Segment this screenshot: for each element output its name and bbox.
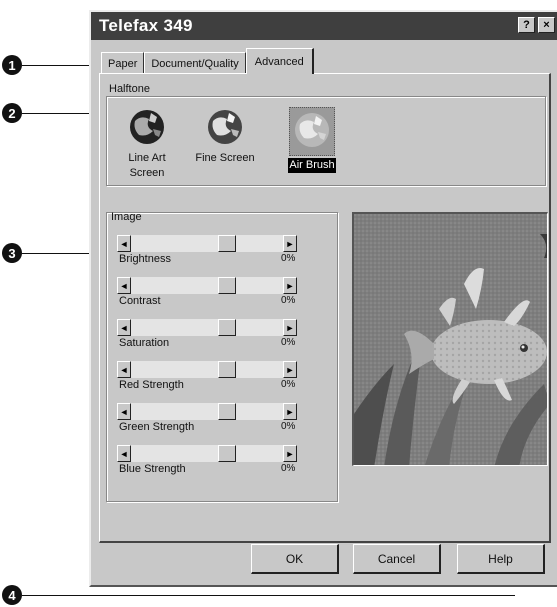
slider-row-brightness: ◄ ► Brightness 0%	[117, 235, 317, 271]
slider-thumb[interactable]	[218, 403, 236, 420]
slider-thumb[interactable]	[218, 235, 236, 252]
slider-label: Red Strength	[119, 379, 184, 391]
halftone-option-line-art[interactable]: Line Art Screen	[117, 107, 177, 181]
slider-value: 0%	[281, 295, 296, 306]
ok-button[interactable]: OK	[251, 544, 339, 574]
scroll-right-icon[interactable]: ►	[283, 277, 297, 294]
slider-track[interactable]	[117, 403, 297, 420]
telefax-properties-dialog: Telefax 349 ? × Paper Document/Quality A…	[89, 10, 557, 587]
scroll-left-icon[interactable]: ◄	[117, 403, 131, 420]
air-brush-selection	[289, 107, 335, 156]
slider-label: Blue Strength	[119, 463, 186, 475]
tab-advanced[interactable]: Advanced	[245, 48, 314, 74]
slider-row-blue-strength: ◄ ► Blue Strength 0%	[117, 445, 317, 481]
slider-row-green-strength: ◄ ► Green Strength 0%	[117, 403, 317, 439]
slider-value: 0%	[281, 253, 296, 264]
scroll-right-icon[interactable]: ►	[283, 403, 297, 420]
callout-4: 4	[2, 585, 22, 605]
halftone-option-air-brush[interactable]: Air Brush	[277, 107, 347, 173]
air-brush-globe-icon	[295, 113, 329, 147]
scroll-right-icon[interactable]: ►	[283, 235, 297, 252]
slider-value: 0%	[281, 463, 296, 474]
callout-4-line	[22, 595, 515, 596]
scroll-right-icon[interactable]: ►	[283, 445, 297, 462]
tab-document-quality[interactable]: Document/Quality	[144, 52, 246, 74]
slider-track[interactable]	[117, 445, 297, 462]
help-icon[interactable]: ?	[518, 17, 535, 33]
slider-row-contrast: ◄ ► Contrast 0%	[117, 277, 317, 313]
slider-value: 0%	[281, 421, 296, 432]
line-art-globe-icon	[130, 110, 164, 144]
help-button[interactable]: Help	[457, 544, 545, 574]
title-bar: Telefax 349 ? ×	[91, 12, 557, 40]
tab-paper[interactable]: Paper	[101, 52, 145, 74]
slider-track[interactable]	[117, 235, 297, 252]
slider-row-red-strength: ◄ ► Red Strength 0%	[117, 361, 317, 397]
slider-thumb[interactable]	[218, 361, 236, 378]
slider-track[interactable]	[117, 277, 297, 294]
slider-label: Green Strength	[119, 421, 195, 433]
scroll-right-icon[interactable]: ►	[283, 361, 297, 378]
callout-2: 2	[2, 103, 22, 123]
fine-screen-globe-icon	[208, 110, 242, 144]
halftone-option-fine-screen[interactable]: Fine Screen	[189, 107, 261, 166]
dialog-title: Telefax 349	[99, 16, 193, 35]
advanced-tab-panel: Halftone Line Art Screen Fine Screen Air…	[99, 73, 551, 543]
image-preview	[352, 212, 548, 466]
slider-label: Brightness	[119, 253, 171, 265]
slider-track[interactable]	[117, 319, 297, 336]
slider-thumb[interactable]	[218, 445, 236, 462]
scroll-left-icon[interactable]: ◄	[117, 235, 131, 252]
tab-strip: Paper Document/Quality Advanced	[101, 48, 314, 74]
close-icon[interactable]: ×	[538, 17, 555, 33]
image-group: Image ◄ ► Brightness 0% ◄ ► Contrast 0% ◄ ► Satura…	[106, 211, 338, 502]
scroll-left-icon[interactable]: ◄	[117, 319, 131, 336]
slider-track[interactable]	[117, 361, 297, 378]
image-group-label: Image	[111, 211, 142, 223]
scroll-left-icon[interactable]: ◄	[117, 277, 131, 294]
halftone-group: Halftone Line Art Screen Fine Screen Air…	[106, 83, 546, 186]
halftone-group-label: Halftone	[107, 83, 152, 95]
scroll-left-icon[interactable]: ◄	[117, 361, 131, 378]
slider-value: 0%	[281, 337, 296, 348]
scroll-left-icon[interactable]: ◄	[117, 445, 131, 462]
cancel-button[interactable]: Cancel	[353, 544, 441, 574]
slider-thumb[interactable]	[218, 319, 236, 336]
halftone-option-air-brush-label: Air Brush	[288, 158, 336, 173]
fish-preview-image	[354, 214, 547, 465]
slider-label: Contrast	[119, 295, 161, 307]
slider-row-saturation: ◄ ► Saturation 0%	[117, 319, 317, 355]
halftone-option-fine-screen-label: Fine Screen	[195, 152, 255, 164]
scroll-right-icon[interactable]: ►	[283, 319, 297, 336]
slider-value: 0%	[281, 379, 296, 390]
halftone-option-line-art-label: Line Art Screen	[128, 152, 166, 179]
callout-3: 3	[2, 243, 22, 263]
callout-1: 1	[2, 55, 22, 75]
slider-thumb[interactable]	[218, 277, 236, 294]
slider-label: Saturation	[119, 337, 170, 349]
